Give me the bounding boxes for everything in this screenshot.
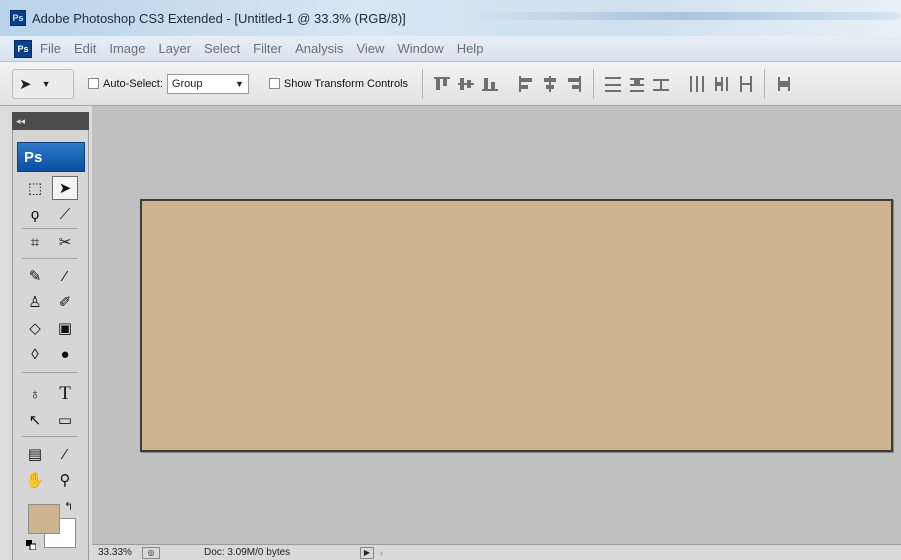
show-transform-label: Show Transform Controls xyxy=(283,77,409,90)
distribute-top-icon[interactable] xyxy=(604,75,622,93)
align-horizontal-centers-icon[interactable] xyxy=(541,75,559,93)
zoom-level[interactable]: 33.33% xyxy=(92,547,142,558)
brush-tool-icon[interactable]: ⁄ xyxy=(52,264,78,288)
auto-select-dropdown[interactable]: Group ▼ xyxy=(166,73,249,94)
magic-wand-tool-icon[interactable]: ⟋ xyxy=(52,202,78,226)
auto-select-checkbox[interactable] xyxy=(88,78,99,89)
auto-select-label: Auto-Select: xyxy=(103,77,163,90)
notes-tool-icon[interactable]: ▤ xyxy=(22,442,48,466)
chevron-down-icon: ▼ xyxy=(235,78,244,89)
rectangle-tool-icon[interactable]: ▭ xyxy=(52,408,78,432)
crop-tool-icon[interactable]: ⌗ xyxy=(22,230,48,254)
slice-tool-icon[interactable]: ✂ xyxy=(52,230,78,254)
blur-tool-icon[interactable]: ◊ xyxy=(22,342,48,366)
gradient-tool-icon[interactable]: ▣ xyxy=(52,316,78,340)
menu-window[interactable]: Window xyxy=(397,41,443,56)
menu-bar: Ps File Edit Image Layer Select Filter A… xyxy=(0,36,901,62)
align-vertical-centers-icon[interactable] xyxy=(457,75,475,93)
align-bottom-edges-icon[interactable] xyxy=(481,75,499,93)
menu-help[interactable]: Help xyxy=(457,41,484,56)
align-right-edges-icon[interactable] xyxy=(565,75,583,93)
auto-select-value: Group xyxy=(171,77,203,90)
show-transform-checkbox[interactable] xyxy=(268,78,280,89)
align-buttons xyxy=(433,75,583,93)
photoshop-logo[interactable]: Ps xyxy=(17,142,85,172)
options-bar: ➤ ▼ Auto-Select: Group ▼ Show Transform … xyxy=(0,62,901,106)
tool-separator xyxy=(22,228,78,229)
distribute-buttons xyxy=(604,75,754,93)
clone-stamp-tool-icon[interactable]: ♙ xyxy=(22,290,48,314)
separator xyxy=(593,68,595,99)
eraser-tool-icon[interactable]: ◇ xyxy=(22,316,48,340)
distribute-bottom-icon[interactable] xyxy=(652,75,670,93)
status-menu-icon[interactable]: ◎ xyxy=(142,546,160,559)
default-colors-icon[interactable] xyxy=(26,540,36,550)
separator xyxy=(764,68,766,99)
separator xyxy=(422,68,424,99)
tool-separator xyxy=(22,436,78,437)
scroll-left-icon[interactable]: ‹ xyxy=(380,548,383,558)
auto-align-layers-icon[interactable] xyxy=(775,75,793,93)
menu-select[interactable]: Select xyxy=(204,41,240,56)
history-brush-tool-icon[interactable]: ✐ xyxy=(52,290,78,314)
menu-file[interactable]: File xyxy=(40,41,61,56)
tool-separator xyxy=(22,258,78,259)
type-tool-icon[interactable]: T xyxy=(52,382,78,406)
dodge-tool-icon[interactable]: ● xyxy=(52,342,78,366)
hand-tool-icon[interactable]: ✋ xyxy=(22,468,48,492)
align-top-edges-icon[interactable] xyxy=(433,75,451,93)
zoom-tool-icon[interactable]: ⚲ xyxy=(52,468,78,492)
menu-analysis[interactable]: Analysis xyxy=(295,41,343,56)
distribute-left-icon[interactable] xyxy=(688,75,706,93)
move-tool-icon[interactable]: ➤ xyxy=(52,176,78,200)
pen-tool-icon[interactable]: ♁ xyxy=(22,382,48,406)
menu-image[interactable]: Image xyxy=(109,41,145,56)
align-left-edges-icon[interactable] xyxy=(517,75,535,93)
foreground-color-swatch[interactable] xyxy=(28,504,60,534)
menu-edit[interactable]: Edit xyxy=(74,41,96,56)
play-icon[interactable]: ▶ xyxy=(360,546,374,559)
eyedropper-tool-icon[interactable]: ⁄ xyxy=(52,442,78,466)
status-bar: 33.33% ◎ Doc: 3.09M/0 bytes ▶ ‹ xyxy=(92,544,901,560)
title-bar: Ps Adobe Photoshop CS3 Extended - [Untit… xyxy=(0,0,901,36)
lasso-tool-icon[interactable]: ϙ xyxy=(22,202,48,226)
tool-separator xyxy=(22,372,78,373)
window-title: Adobe Photoshop CS3 Extended - [Untitled… xyxy=(32,10,406,26)
healing-brush-tool-icon[interactable]: ✎ xyxy=(22,264,48,288)
swap-colors-icon[interactable]: ↰ xyxy=(64,500,73,513)
distribute-right-icon[interactable] xyxy=(736,75,754,93)
chevron-down-icon: ▼ xyxy=(41,78,51,89)
move-tool-icon: ➤ xyxy=(19,75,32,93)
tool-preset-picker[interactable]: ➤ ▼ xyxy=(12,68,74,99)
document-menu-icon[interactable]: Ps xyxy=(14,39,32,58)
toolbox-collapse-button[interactable]: ◂◂ xyxy=(12,112,89,130)
menu-layer[interactable]: Layer xyxy=(159,41,192,56)
distribute-vertical-centers-icon[interactable] xyxy=(628,75,646,93)
menu-view[interactable]: View xyxy=(356,41,384,56)
title-bar-gradient xyxy=(470,12,900,20)
menu-filter[interactable]: Filter xyxy=(253,41,282,56)
rectangular-marquee-tool-icon[interactable]: ⬚ xyxy=(22,176,48,200)
distribute-horizontal-centers-icon[interactable] xyxy=(712,75,730,93)
path-selection-tool-icon[interactable]: ↖ xyxy=(22,408,48,432)
document-canvas[interactable] xyxy=(140,199,893,452)
photoshop-app-icon: Ps xyxy=(10,10,26,26)
document-size: Doc: 3.09M/0 bytes xyxy=(204,547,291,558)
